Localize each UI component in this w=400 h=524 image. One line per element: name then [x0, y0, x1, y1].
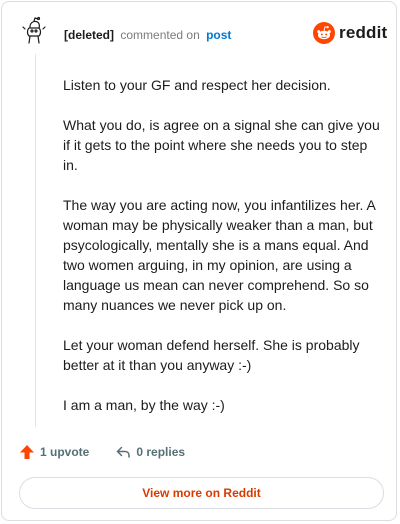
reply-arrow-icon — [117, 446, 131, 458]
deleted-user-avatar-icon[interactable] — [20, 16, 48, 46]
replies-count: 0 replies — [136, 445, 186, 459]
comment-paragraph: What you do, is agree on a signal she ca… — [63, 117, 380, 173]
comment-paragraph: I am a man, by the way :-) — [63, 397, 225, 413]
comment-body: Listen to your GF and respect her decisi… — [63, 75, 381, 435]
reddit-logo[interactable]: reddit — [313, 22, 387, 44]
upvote-count: 1 upvote — [40, 445, 90, 459]
replies-button[interactable]: 0 replies — [115, 444, 185, 460]
thread-line[interactable] — [35, 54, 36, 427]
comment-embed-card: [deleted] commented on post reddit Liste… — [1, 1, 397, 521]
upvote-arrow-icon — [20, 445, 34, 459]
comment-paragraph: The way you are acting now, you infantil… — [63, 197, 376, 313]
upvote-button[interactable]: 1 upvote — [19, 444, 89, 460]
comment-author[interactable]: [deleted] — [64, 28, 114, 42]
reddit-wordmark: reddit — [339, 23, 388, 42]
comment-paragraph: Let your woman defend herself. She is pr… — [63, 337, 360, 373]
post-link[interactable]: post — [206, 28, 231, 42]
view-more-on-reddit-button[interactable]: View more on Reddit — [19, 477, 384, 509]
comment-paragraph: Listen to your GF and respect her decisi… — [63, 77, 331, 93]
reddit-snoo-icon — [313, 22, 335, 44]
comment-actions: 1 upvote 0 replies — [19, 444, 185, 460]
commented-on-label: commented on — [120, 28, 200, 42]
comment-header: [deleted] commented on post — [64, 28, 231, 42]
